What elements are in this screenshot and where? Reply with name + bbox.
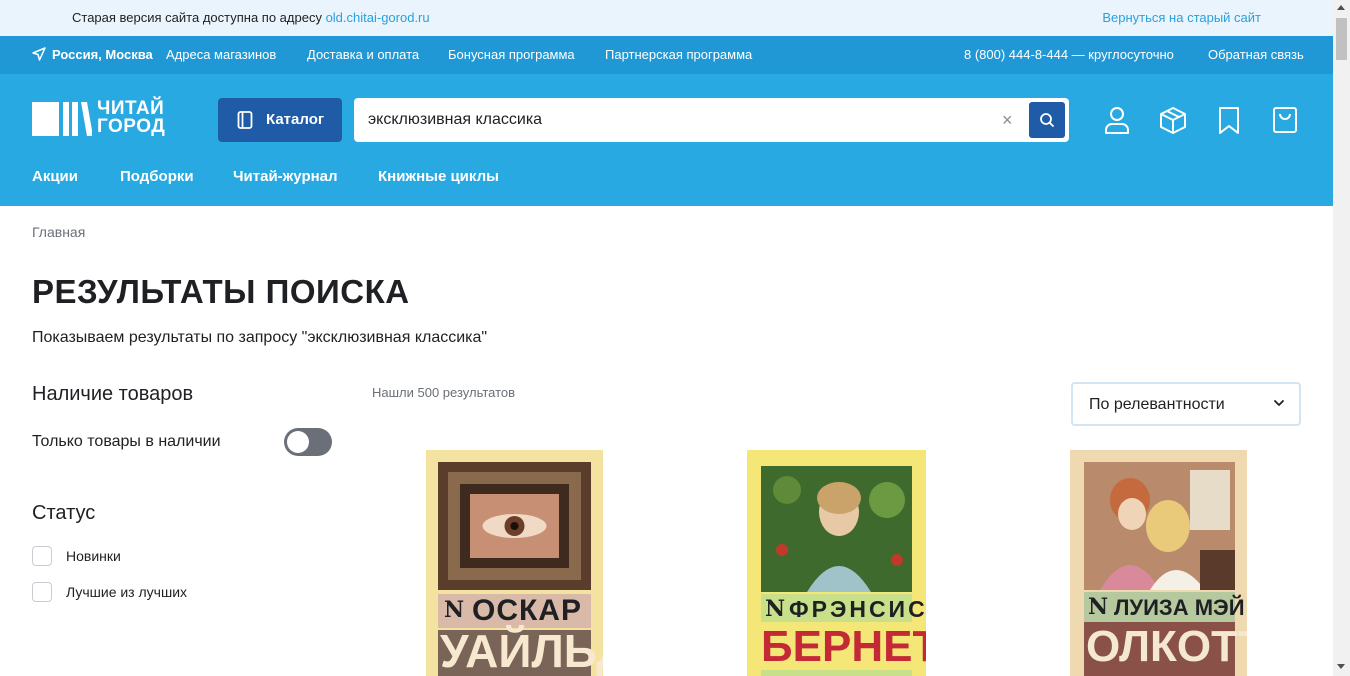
stores-link[interactable]: Адреса магазинов: [166, 47, 276, 62]
book-cover-alcott[interactable]: N ЛУИЗА МЭЙ ОЛКОТТ: [1070, 450, 1247, 676]
delivery-link[interactable]: Доставка и оплата: [307, 47, 419, 62]
notice-message: Старая версия сайта доступна по адресу: [72, 10, 326, 25]
catalog-label: Каталог: [266, 111, 325, 128]
search-input[interactable]: [368, 98, 988, 142]
sort-select[interactable]: По релевантности: [1071, 382, 1301, 426]
bonus-program-link[interactable]: Бонусная программа: [448, 47, 575, 62]
chevron-down-icon: [1274, 400, 1284, 406]
book-cover-wilde[interactable]: N ОСКАР УАЙЛЬД: [426, 450, 603, 676]
nav-collections[interactable]: Подборки: [120, 168, 194, 185]
close-icon[interactable]: ×: [1002, 110, 1013, 131]
series-logo: N: [444, 597, 465, 623]
best-of-best-checkbox[interactable]: [32, 582, 52, 602]
series-logo: N: [1088, 594, 1109, 620]
main-header: ЧИТАЙ ГОРОД Каталог × Акции Подборки Чит…: [0, 74, 1333, 206]
series-logo: N: [765, 596, 786, 622]
location-selector[interactable]: Россия, Москва: [52, 47, 153, 62]
scroll-up-arrow[interactable]: [1337, 5, 1345, 10]
nav-journal[interactable]: Читай-журнал: [233, 168, 338, 185]
scroll-down-arrow[interactable]: [1337, 664, 1345, 669]
package-icon[interactable]: [1159, 105, 1187, 135]
toggle-knob: [287, 431, 309, 453]
catalog-button[interactable]: Каталог: [218, 98, 342, 142]
search-button[interactable]: [1029, 102, 1065, 138]
author-first-name: ОСКАР: [472, 594, 582, 627]
cover-illustration-frame-eye: [426, 450, 603, 592]
logo-line2: ГОРОД: [97, 116, 166, 137]
top-info-bar: Россия, Москва Адреса магазинов Доставка…: [0, 36, 1333, 74]
bookmark-icon[interactable]: [1215, 105, 1243, 135]
return-to-old-site-link[interactable]: Вернуться на старый сайт: [1102, 10, 1261, 25]
new-items-checkbox[interactable]: [32, 546, 52, 566]
availability-filter-title: Наличие товаров: [32, 383, 194, 405]
author-last-name: ОЛКОТТ: [1086, 622, 1247, 671]
in-stock-toggle-label: Только товары в наличии: [32, 433, 221, 450]
page-title: РЕЗУЛЬТАТЫ ПОИСКА: [32, 273, 410, 310]
user-icon[interactable]: [1103, 105, 1131, 135]
cover-illustration-girls-piano: [1070, 450, 1247, 592]
nav-book-series[interactable]: Книжные циклы: [378, 168, 499, 185]
phone-number[interactable]: 8 (800) 444-8-444 — круглосуточно: [964, 47, 1174, 62]
feedback-link[interactable]: Обратная связь: [1208, 47, 1304, 62]
search-box: ×: [354, 98, 1069, 142]
author-first-name: ЛУИЗА МЭЙ: [1114, 595, 1245, 620]
old-site-link[interactable]: old.chitai-gorod.ru: [326, 10, 430, 25]
author-first-name: ФРЭНСИС: [789, 596, 926, 622]
cover-bottom-band: [761, 670, 912, 676]
partner-program-link[interactable]: Партнерская программа: [605, 47, 752, 62]
location-arrow-icon: [32, 47, 46, 61]
page-scrollbar[interactable]: [1333, 0, 1350, 676]
logo-mark: [32, 102, 92, 136]
cart-icon[interactable]: [1271, 105, 1299, 135]
status-filter-title: Статус: [32, 502, 96, 524]
book-cover-burnett[interactable]: N ФРЭНСИС БЕРНЕТТ: [747, 450, 926, 676]
logo-text: ЧИТАЙ ГОРОД: [97, 99, 166, 137]
sort-selected-value: По релевантности: [1089, 396, 1225, 413]
author-last-name: БЕРНЕТТ: [761, 622, 926, 671]
old-site-notice: Старая версия сайта доступна по адресу o…: [0, 0, 1333, 36]
in-stock-toggle[interactable]: [284, 428, 332, 456]
notice-text: Старая версия сайта доступна по адресу o…: [72, 10, 430, 25]
search-query-description: Показываем результаты по запросу "эксклю…: [32, 329, 488, 346]
best-of-best-label[interactable]: Лучшие из лучших: [66, 584, 187, 600]
search-icon: [1040, 113, 1054, 127]
scroll-thumb[interactable]: [1336, 18, 1347, 60]
results-count: Нашли 500 результатов: [372, 385, 516, 400]
new-items-label[interactable]: Новинки: [66, 548, 121, 564]
author-last-name: УАЙЛЬД: [440, 625, 603, 676]
book-icon: [237, 111, 253, 129]
logo[interactable]: ЧИТАЙ ГОРОД: [32, 99, 177, 140]
nav-promotions[interactable]: Акции: [32, 168, 78, 185]
cover-illustration-girl-apples: [747, 450, 926, 594]
breadcrumb[interactable]: Главная: [32, 224, 85, 240]
